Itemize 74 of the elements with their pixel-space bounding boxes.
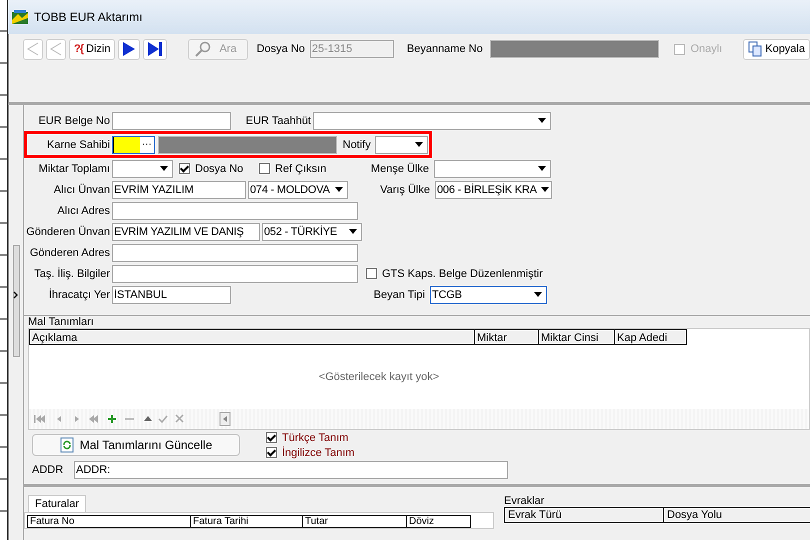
field-label: Notify — [342, 138, 371, 150]
declaration-type-dropdown[interactable]: TCGB — [430, 286, 547, 304]
field-label: Alıcı Adres — [56, 204, 110, 216]
field-label: Beyan Tipi — [372, 288, 425, 300]
chevron-left-icon — [50, 42, 62, 56]
field-label: Menşe Ülke — [370, 162, 429, 174]
play-icon — [122, 41, 136, 57]
gts-checkbox[interactable]: GTS Kaps. Belge Düzenlenmiştir — [366, 268, 543, 280]
sender-address-field[interactable] — [112, 244, 358, 262]
previous-button[interactable] — [46, 38, 66, 60]
addr-field[interactable]: ADDR: — [74, 461, 508, 479]
field-label: ADDR — [32, 464, 64, 476]
notify-dropdown[interactable] — [374, 136, 428, 154]
file-number-label: Dosya No — [256, 43, 305, 55]
navigator-drawing[interactable] — [31, 412, 231, 426]
ref-checkbox[interactable]: Ref Çıksın — [259, 162, 369, 174]
origin-country-dropdown[interactable] — [434, 160, 551, 178]
dropdown-arrow-icon — [540, 187, 549, 192]
dropdown-arrow-icon — [415, 142, 423, 147]
update-goods-button[interactable]: Mal Tanımlarını Güncelle — [32, 434, 240, 456]
copy-button[interactable]: Kopyala — [743, 38, 810, 60]
field-label: Alıcı Ünvan — [52, 184, 110, 196]
destination-country-dropdown[interactable]: 006 - BİRLEŞİK KRA — [435, 180, 552, 198]
documents-icon — [748, 41, 762, 57]
column-header[interactable]: Açıklama — [29, 329, 475, 345]
field-label: EUR Taahhüt — [244, 114, 311, 126]
field-label: İhracatçı Yer — [48, 288, 110, 300]
column-header[interactable]: Tutar — [303, 515, 407, 528]
dropdown-arrow-icon — [349, 229, 357, 234]
file-number-checkbox[interactable]: Dosya No — [179, 162, 259, 174]
refresh-icon — [60, 437, 74, 453]
previous-button[interactable] — [23, 38, 43, 60]
recipient-country-dropdown[interactable]: 074 - MOLDOVA — [248, 180, 348, 198]
field-label: EUR Belge No — [37, 114, 110, 126]
column-header[interactable]: Kap Adedi — [615, 329, 687, 345]
last-button[interactable] — [143, 38, 168, 60]
dropdown-arrow-icon — [534, 292, 542, 297]
declaration-number-field[interactable] — [490, 40, 660, 58]
column-header[interactable]: Fatura Tarihi — [191, 515, 303, 528]
column-header[interactable]: Miktar Cinsi — [539, 329, 615, 345]
column-header[interactable]: Döviz — [407, 515, 471, 528]
carnet-holder-field[interactable]: ··· — [112, 136, 155, 154]
field-label: Karne Sahibi — [46, 138, 110, 150]
transport-info-field[interactable] — [112, 264, 358, 282]
play-button[interactable] — [118, 38, 140, 60]
section-title: Mal Tanımları — [28, 316, 95, 328]
invoices-tab[interactable]: Faturalar — [28, 495, 86, 512]
field-label: Varış Ülke — [379, 184, 430, 196]
app-icon — [12, 10, 28, 24]
field-label: Miktar Toplamı — [38, 162, 110, 174]
quantity-total-dropdown[interactable] — [112, 160, 173, 178]
search-icon — [195, 41, 212, 57]
window-title: TOBB EUR Aktarımı — [34, 10, 142, 24]
field-label: Taş. İliş. Bilgiler — [33, 268, 110, 280]
dropdown-arrow-icon — [538, 166, 546, 171]
skip-to-end-icon — [147, 41, 164, 57]
recipient-address-field[interactable] — [112, 202, 358, 220]
empty-message: <Gösterilecek kayıt yok> — [318, 371, 440, 383]
eur-document-number-field[interactable] — [112, 112, 231, 130]
language-checkbox[interactable]: Türkçe Tanım — [266, 430, 355, 445]
chevron-left-icon — [27, 42, 39, 56]
dropdown-arrow-icon — [335, 187, 343, 192]
section-title: Evraklar — [504, 495, 546, 507]
column-header[interactable]: Fatura No — [27, 515, 191, 528]
field-label: Gönderen Ünvan — [26, 226, 110, 238]
column-header[interactable]: Miktar — [475, 329, 539, 345]
declaration-number-label: Beyanname No — [406, 43, 483, 55]
language-checkbox[interactable]: İngilizce Tanım — [266, 445, 355, 460]
dropdown-arrow-icon — [538, 118, 546, 123]
sender-country-dropdown[interactable]: 052 - TÜRKİYE — [262, 222, 362, 240]
eur-commitment-dropdown[interactable] — [313, 112, 551, 130]
index-button[interactable]: ?{ Dizin — [69, 38, 116, 60]
dropdown-arrow-icon — [160, 166, 168, 171]
field-label: Gönderen Adres — [28, 246, 110, 258]
